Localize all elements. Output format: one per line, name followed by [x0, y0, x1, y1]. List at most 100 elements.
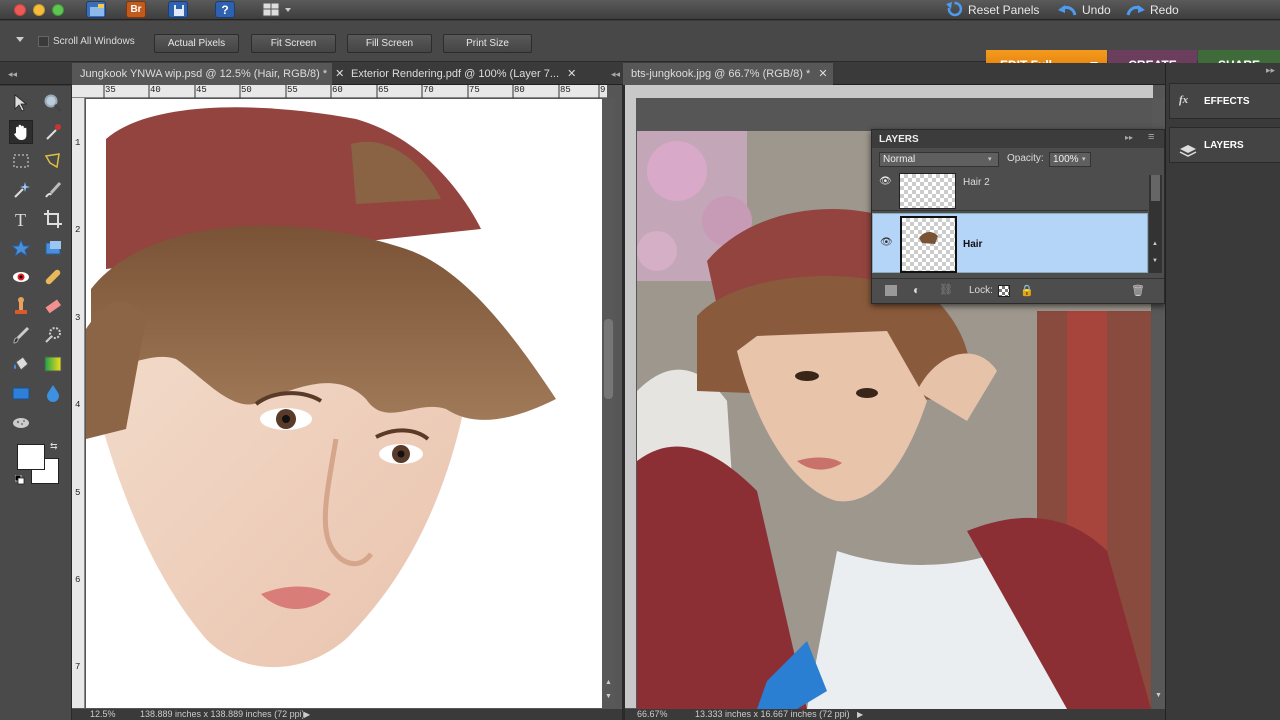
ruler-tick-label: 9	[600, 85, 606, 95]
expand-dock-icon[interactable]: ▸▸	[1266, 65, 1275, 76]
tool-grid: T	[9, 91, 65, 434]
eye-visibility-icon[interactable]: 👁	[880, 237, 893, 248]
zoom-tool-icon[interactable]	[41, 91, 65, 115]
adjustment-layer-icon[interactable]: ◐	[913, 283, 920, 297]
eraser-tool-icon[interactable]	[41, 294, 65, 318]
eye-visibility-icon[interactable]: 👁	[879, 176, 892, 187]
tab-bts-jungkook[interactable]: bts-jungkook.jpg @ 66.7% (RGB/8) * ✕	[623, 63, 833, 85]
panel-menu-icon[interactable]: ≡	[1148, 131, 1154, 143]
lasso-tool-icon[interactable]	[41, 149, 65, 173]
eyedropper-tool-icon[interactable]	[41, 120, 65, 144]
arrange-documents-icon[interactable]	[262, 2, 294, 18]
status-menu-arrow-icon[interactable]: ▶	[304, 709, 310, 720]
layers-panel-footer: ◐ ⛓ Lock: 🔒 🗑	[872, 278, 1164, 303]
scroll-down-arrow-icon[interactable]: ▼	[1152, 258, 1158, 264]
tab-jungkook-ynwa[interactable]: Jungkook YNWA wip.psd @ 12.5% (Hair, RGB…	[72, 63, 344, 85]
marquee-tool-icon[interactable]	[9, 149, 33, 173]
tool-options-bar: Scroll All Windows Actual Pixels Fit Scr…	[0, 21, 1280, 80]
close-tab-icon[interactable]: ✕	[818, 68, 827, 80]
effects-panel-button[interactable]: fx EFFECTS	[1169, 83, 1280, 119]
selection-brush-tool-icon[interactable]	[41, 178, 65, 202]
paint-bucket-tool-icon[interactable]	[9, 352, 33, 376]
default-colors-icon[interactable]	[14, 474, 25, 485]
close-window-button[interactable]	[14, 4, 26, 16]
ruler-tick-label: 6	[75, 575, 81, 585]
layers-panel-button[interactable]: LAYERS	[1169, 127, 1280, 163]
app-bar: Br ? Reset Panels Undo Redo	[0, 0, 1280, 20]
reset-panels-button[interactable]: Reset Panels	[946, 1, 1039, 19]
layer-row-selected[interactable]: 👁 Hair	[872, 213, 1148, 273]
layers-panel-titlebar[interactable]: LAYERS ▸▸ ≡	[872, 130, 1164, 148]
close-tab-icon[interactable]: ✕	[567, 68, 576, 80]
blur-tool-icon[interactable]	[41, 381, 65, 405]
fill-screen-button[interactable]: Fill Screen	[347, 34, 432, 53]
new-layer-icon[interactable]	[885, 285, 897, 296]
lock-all-icon[interactable]: 🔒	[1020, 284, 1034, 297]
foreground-color-swatch-front[interactable]	[17, 444, 45, 470]
opacity-value: 100%	[1053, 154, 1079, 165]
lock-transparent-icon[interactable]	[998, 285, 1010, 297]
vertical-ruler	[625, 98, 636, 708]
red-eye-tool-icon[interactable]	[9, 265, 33, 289]
magic-wand-tool-icon[interactable]	[9, 178, 33, 202]
effects-fx-icon: fx	[1179, 94, 1189, 106]
clone-stamp-tool-icon[interactable]	[9, 294, 33, 318]
ruler-tick-label: 7	[75, 662, 81, 672]
tab-exterior-rendering[interactable]: Exterior Rendering.pdf @ 100% (Layer 7..…	[343, 63, 579, 85]
scroll-up-arrow-icon[interactable]: ▲	[605, 679, 612, 686]
link-layers-icon[interactable]: ⛓	[939, 283, 953, 296]
redo-label: Redo	[1150, 3, 1179, 17]
painting-canvas[interactable]	[86, 99, 602, 708]
trash-icon[interactable]: 🗑	[1131, 284, 1145, 297]
crop-tool-icon[interactable]	[41, 207, 65, 231]
sponge-tool-icon[interactable]	[9, 410, 33, 434]
save-icon[interactable]	[168, 1, 188, 18]
hand-tool-icon[interactable]	[9, 120, 33, 144]
blend-mode-select[interactable]: Normal ▾	[879, 152, 999, 167]
layer-row[interactable]: 👁 Hair 2	[872, 173, 1148, 211]
collapse-panel-icon[interactable]: ▸▸	[1125, 133, 1133, 142]
bridge-icon[interactable]: Br	[126, 1, 146, 18]
scroll-all-windows-checkbox[interactable]	[38, 36, 49, 47]
help-icon[interactable]: ?	[215, 1, 235, 18]
opacity-input[interactable]: 100% ▾	[1049, 152, 1091, 167]
status-menu-arrow-icon[interactable]: ▶	[857, 709, 863, 720]
minimize-window-button[interactable]	[33, 4, 45, 16]
scroll-thumb[interactable]	[604, 319, 613, 399]
brush-tool-icon[interactable]	[9, 323, 33, 347]
scroll-down-arrow-icon[interactable]: ▼	[605, 693, 612, 700]
fit-screen-button[interactable]: Fit Screen	[251, 34, 336, 53]
scroll-thumb[interactable]	[1151, 175, 1160, 201]
rectangle-shape-tool-icon[interactable]	[9, 381, 33, 405]
ruler-tick-label: 55	[287, 85, 298, 95]
actual-pixels-button[interactable]: Actual Pixels	[154, 34, 239, 53]
type-tool-icon[interactable]: T	[9, 207, 33, 231]
vertical-scrollbar[interactable]: ▲ ▼	[602, 99, 615, 708]
gradient-tool-icon[interactable]	[41, 352, 65, 376]
status-bar: 12.5% 138.889 inches x 138.889 inches (7…	[72, 709, 622, 720]
ruler-tick-label: 5	[75, 488, 81, 498]
layer-name[interactable]: Hair	[963, 239, 982, 250]
print-size-button[interactable]: Print Size	[443, 34, 532, 53]
organizer-icon[interactable]	[86, 1, 106, 18]
healing-brush-tool-icon[interactable]	[41, 265, 65, 289]
tool-preset-dropdown-icon[interactable]	[16, 37, 24, 42]
portrait-painting	[86, 107, 556, 668]
scroll-up-arrow-icon[interactable]: ▲	[1152, 241, 1158, 247]
chevron-down-icon: ▾	[988, 156, 992, 163]
layer-name[interactable]: Hair 2	[963, 177, 990, 188]
swap-colors-icon[interactable]: ⇆	[50, 441, 58, 452]
move-tool-icon[interactable]	[9, 91, 33, 115]
cookie-cutter-tool-icon[interactable]	[9, 236, 33, 260]
zoom-window-button[interactable]	[52, 4, 64, 16]
layers-scrollbar[interactable]: ▲ ▼	[1149, 175, 1162, 273]
effects-label: EFFECTS	[1204, 96, 1250, 107]
scroll-down-arrow-icon[interactable]: ▼	[1155, 692, 1162, 699]
redo-button[interactable]: Redo	[1126, 1, 1179, 19]
straighten-tool-icon[interactable]	[41, 236, 65, 260]
collapse-toolbox-icon[interactable]: ◂◂	[8, 69, 17, 80]
document-tab-bar: ◂◂ Jungkook YNWA wip.psd @ 12.5% (Hair, …	[0, 63, 1165, 85]
collapse-icon[interactable]: ◂◂	[611, 69, 620, 80]
smart-brush-tool-icon[interactable]	[41, 323, 65, 347]
undo-button[interactable]: Undo	[1058, 1, 1111, 19]
